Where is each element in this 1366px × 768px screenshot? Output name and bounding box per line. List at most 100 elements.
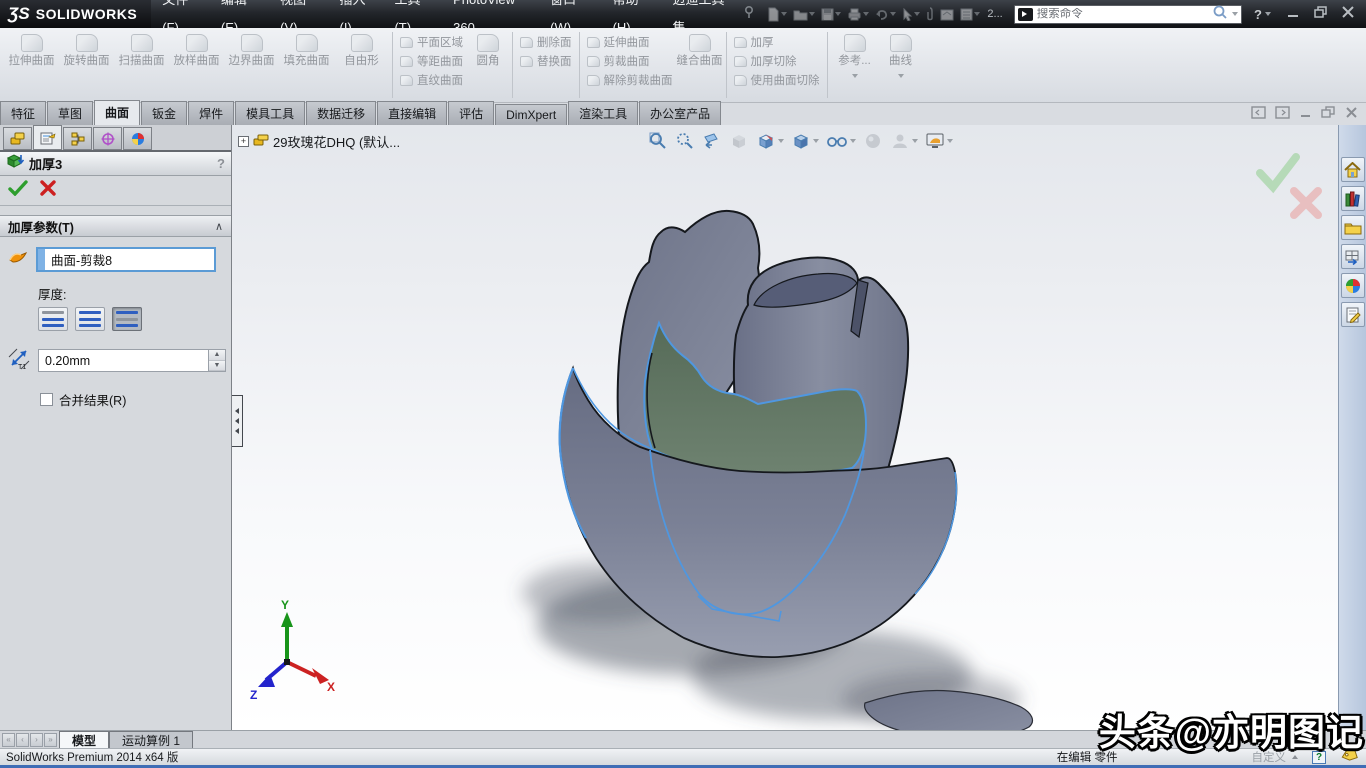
design-library-icon[interactable] — [1341, 186, 1365, 211]
thickness-value-input[interactable] — [39, 350, 208, 371]
pm-help-button[interactable]: ? — [217, 156, 225, 171]
surface-selection-listbox[interactable]: 曲面-剪裁8 — [36, 247, 216, 272]
appearances-icon[interactable] — [1341, 273, 1365, 298]
fillet-button[interactable]: 圆角 — [467, 30, 509, 100]
view-settings-icon[interactable] — [924, 130, 954, 152]
tab-direct-editing[interactable]: 直接编辑 — [377, 101, 447, 125]
motion-study-tab[interactable]: 运动算例 1 — [109, 731, 193, 748]
view-orientation-icon[interactable] — [755, 130, 785, 152]
ok-button[interactable] — [8, 180, 28, 201]
restore-button[interactable] — [1314, 5, 1328, 23]
tab-surfaces[interactable]: 曲面 — [94, 100, 140, 125]
file-explorer-icon[interactable] — [1341, 215, 1365, 240]
spin-up-button[interactable]: ▲ — [209, 350, 225, 361]
tab-sketch[interactable]: 草图 — [47, 101, 93, 125]
custom-properties-icon[interactable] — [1341, 302, 1365, 327]
feature-tree-flyout[interactable]: + 29玫瑰花DHQ (默认... — [238, 132, 400, 151]
undo-button[interactable] — [873, 7, 898, 22]
cancel-button[interactable] — [40, 180, 56, 201]
zoom-fit-icon[interactable] — [647, 130, 669, 152]
new-document-button[interactable] — [765, 6, 789, 23]
offset-surface-button[interactable]: 等距曲面 — [400, 53, 463, 69]
nav-first-button[interactable]: « — [2, 733, 15, 747]
properties-button[interactable] — [938, 7, 956, 22]
tab-mold-tools[interactable]: 模具工具 — [235, 101, 305, 125]
tab-features[interactable]: 特征 — [0, 101, 46, 125]
tab-weldments[interactable]: 焊件 — [188, 101, 234, 125]
section-view-icon[interactable] — [728, 130, 750, 152]
graphics-viewport[interactable]: Y X Z + 29玫瑰花DHQ (默认... — [232, 125, 1338, 730]
close-button[interactable] — [1342, 5, 1354, 23]
tree-expand-icon[interactable]: + — [238, 136, 249, 147]
extruded-surface-button[interactable]: 拉伸曲面 — [4, 30, 59, 100]
thicken-both-sides-button[interactable] — [75, 307, 105, 331]
tab-render-tools[interactable]: 渲染工具 — [568, 101, 638, 125]
panel-splitter-handle[interactable] — [232, 395, 243, 447]
print-button[interactable] — [845, 7, 871, 22]
part-name-label[interactable]: 29玫瑰花DHQ (默认... — [273, 132, 400, 151]
extend-surface-button[interactable]: 延伸曲面 — [587, 34, 673, 50]
doc-restore-icon[interactable] — [1321, 106, 1336, 124]
display-manager-tab[interactable] — [123, 127, 152, 150]
swept-surface-button[interactable]: 扫描曲面 — [114, 30, 169, 100]
view-palette-icon[interactable] — [1341, 244, 1365, 269]
property-manager-tab[interactable] — [33, 125, 62, 150]
revolved-surface-button[interactable]: 旋转曲面 — [59, 30, 114, 100]
replace-face-button[interactable]: 替换面 — [520, 53, 572, 69]
feature-manager-tab[interactable] — [3, 127, 32, 150]
display-style-icon[interactable] — [790, 130, 820, 152]
select-button[interactable] — [900, 7, 922, 22]
lofted-surface-button[interactable]: 放样曲面 — [169, 30, 224, 100]
confirm-cancel-ghost[interactable] — [1294, 191, 1318, 215]
model-tab[interactable]: 模型 — [59, 731, 109, 748]
trim-surface-button[interactable]: 剪裁曲面 — [587, 53, 673, 69]
help-menu[interactable]: ? — [1254, 7, 1271, 22]
search-dropdown-caret[interactable] — [1232, 12, 1238, 16]
thicken-side2-button[interactable] — [112, 307, 142, 331]
attachment-button[interactable] — [924, 6, 936, 22]
freeform-button[interactable]: 自由形 — [334, 30, 389, 100]
edit-appearance-icon[interactable] — [862, 130, 884, 152]
open-document-button[interactable] — [791, 7, 817, 22]
tab-data-migration[interactable]: 数据迁移 — [306, 101, 376, 125]
home-icon[interactable] — [1341, 157, 1365, 182]
zoom-area-icon[interactable] — [674, 130, 696, 152]
apply-scene-icon[interactable] — [889, 130, 919, 152]
collapse-left-pane-icon[interactable] — [1251, 106, 1266, 124]
cut-with-surface-button[interactable]: 使用曲面切除 — [734, 72, 820, 88]
hide-show-items-icon[interactable] — [825, 130, 857, 152]
planar-surface-button[interactable]: 平面区域 — [400, 34, 463, 50]
knit-surface-button[interactable]: 缝合曲面 — [677, 30, 723, 100]
doc-close-icon[interactable] — [1345, 106, 1358, 124]
spin-down-button[interactable]: ▼ — [209, 361, 225, 372]
pin-icon[interactable] — [743, 5, 755, 24]
nav-next-button[interactable]: › — [30, 733, 43, 747]
configuration-manager-tab[interactable] — [63, 127, 92, 150]
dimxpert-manager-tab[interactable] — [93, 127, 122, 150]
collapse-chevron-icon[interactable]: ∧ — [215, 220, 223, 233]
boundary-surface-button[interactable]: 边界曲面 — [224, 30, 279, 100]
nav-prev-button[interactable]: ‹ — [16, 733, 29, 747]
reference-geometry-button[interactable]: 参考... — [831, 30, 879, 100]
save-button[interactable] — [819, 7, 843, 22]
merge-result-checkbox[interactable] — [40, 393, 53, 406]
filled-surface-button[interactable]: 填充曲面 — [279, 30, 334, 100]
thickened-cut-button[interactable]: 加厚切除 — [734, 53, 820, 69]
tab-office-products[interactable]: 办公室产品 — [639, 101, 721, 125]
search-magnifier-icon[interactable] — [1212, 4, 1228, 25]
curves-dropdown-caret[interactable] — [898, 74, 904, 78]
ruled-surface-button[interactable]: 直纹曲面 — [400, 72, 463, 88]
confirm-ok-ghost[interactable] — [1260, 157, 1296, 187]
reference-dropdown-caret[interactable] — [852, 74, 858, 78]
tab-dimxpert[interactable]: DimXpert — [495, 104, 567, 125]
thicken-parameters-group-header[interactable]: 加厚参数(T) ∧ — [0, 215, 231, 237]
untrim-surface-button[interactable]: 解除剪裁曲面 — [587, 72, 673, 88]
tab-evaluate[interactable]: 评估 — [448, 101, 494, 125]
selected-surface-item[interactable]: 曲面-剪裁8 — [38, 250, 112, 269]
thicken-button[interactable]: 加厚 — [734, 34, 820, 50]
collapse-right-pane-icon[interactable] — [1275, 106, 1290, 124]
toolbar-overflow-label[interactable]: 2... — [984, 8, 1005, 20]
minimize-button[interactable] — [1287, 5, 1300, 23]
thicken-side1-button[interactable] — [38, 307, 68, 331]
search-input[interactable] — [1037, 8, 1208, 20]
